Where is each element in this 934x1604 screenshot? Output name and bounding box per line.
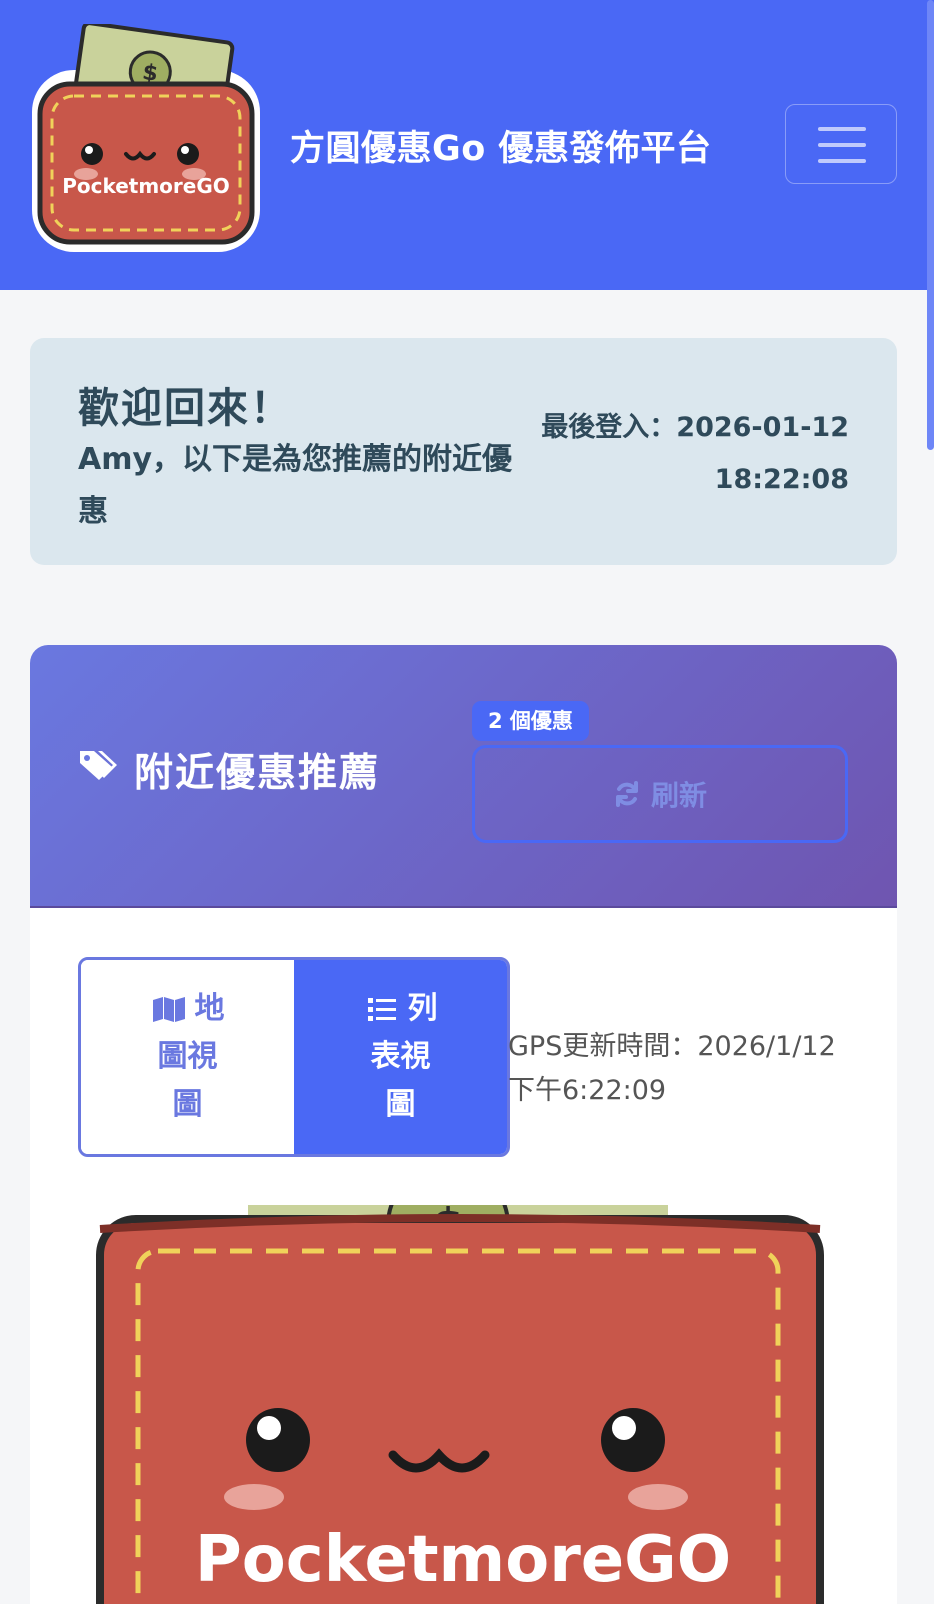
logo-text: PocketmoreGO bbox=[62, 174, 230, 198]
welcome-subtitle: Amy，以下是為您推薦的附近優惠 bbox=[78, 442, 513, 529]
brand-logo[interactable]: $ PocketmoreGO bbox=[30, 21, 262, 254]
refresh-button[interactable]: 刷新 bbox=[472, 745, 848, 843]
last-login: 最後登入：2026-01-12 18:22:08 bbox=[529, 402, 849, 506]
card-header: 附近優惠推薦 2 個優惠 刷新 bbox=[30, 645, 897, 908]
card-title: 附近優惠推薦 bbox=[134, 751, 381, 796]
welcome-panel: 歡迎回來！ Amy，以下是為您推薦的附近優惠 最後登入：2026-01-12 1… bbox=[30, 338, 897, 565]
sync-icon bbox=[615, 781, 638, 807]
coupon-image-text: PocketmoreGO bbox=[194, 1523, 732, 1597]
map-view-label-3: 圖 bbox=[172, 1087, 203, 1122]
wallet-logo-image: $ bbox=[32, 21, 260, 252]
deals-count-badge: 2 個優惠 bbox=[472, 701, 589, 741]
list-view-label-1: 列 bbox=[407, 991, 438, 1026]
tags-icon bbox=[80, 751, 117, 780]
refresh-label: 刷新 bbox=[650, 780, 707, 811]
list-view-button[interactable]: 列 表視 圖 bbox=[294, 960, 507, 1154]
menu-toggle-button[interactable] bbox=[785, 104, 897, 184]
welcome-title: 歡迎回來！ bbox=[78, 384, 293, 432]
navbar: $ PocketmoreGO 方圓優惠Go 優惠發佈平台 bbox=[0, 0, 934, 290]
last-login-time: 18:22:08 bbox=[714, 464, 849, 495]
scrollbar-thumb[interactable] bbox=[927, 0, 934, 450]
map-view-label-1: 地 bbox=[194, 991, 225, 1026]
list-icon bbox=[367, 998, 396, 1021]
coupon-image[interactable]: $ PocketmoreGO bbox=[78, 1205, 848, 1604]
map-view-button[interactable]: 地 圖視 圖 bbox=[81, 960, 294, 1154]
view-toggle: 地 圖視 圖 列 表視 圖 bbox=[78, 957, 510, 1157]
last-login-date: 最後登入：2026-01-12 bbox=[541, 412, 849, 443]
map-view-label-2: 圖視 bbox=[157, 1039, 218, 1074]
gps-update-time: GPS更新時間：2026/1/12 下午6:22:09 bbox=[508, 1031, 836, 1106]
list-view-label-2: 表視 bbox=[370, 1039, 431, 1074]
site-title[interactable]: 方圓優惠Go 優惠發佈平台 bbox=[290, 120, 711, 171]
map-icon bbox=[152, 997, 185, 1022]
nearby-deals-card: 附近優惠推薦 2 個優惠 刷新 地 圖視 圖 列 表視 圖 GPS更新時間：20… bbox=[30, 645, 897, 1604]
list-view-label-3: 圖 bbox=[385, 1087, 416, 1122]
